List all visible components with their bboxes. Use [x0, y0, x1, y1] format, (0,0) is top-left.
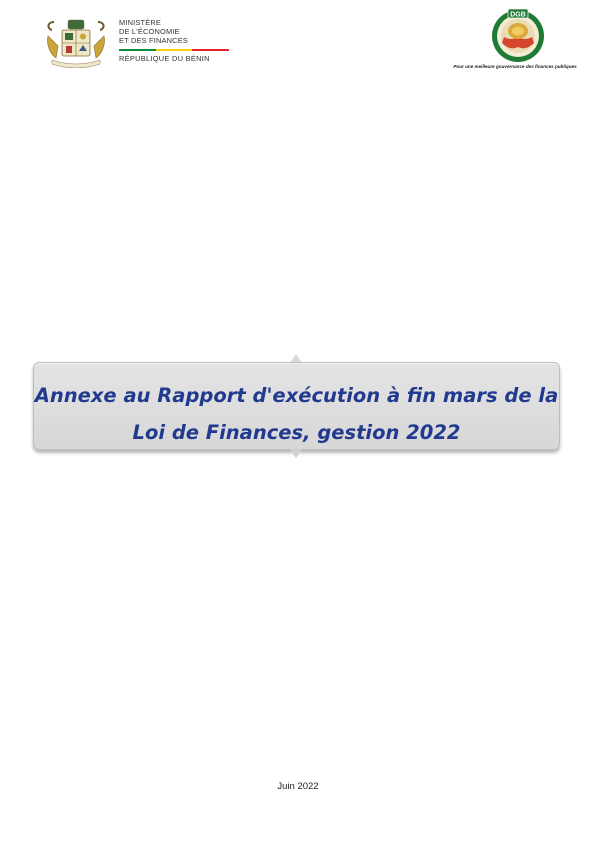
dgb-logo-icon: DGB — [492, 8, 544, 62]
flag-stripe-red — [192, 49, 230, 51]
dgb-tagline: Pour une meilleure gouvernance des finan… — [453, 64, 577, 69]
publication-date: Juin 2022 — [277, 781, 319, 792]
flag-color-bar — [119, 49, 230, 51]
document-title-line-1: Annexe au Rapport d'exécution à fin mars… — [34, 384, 559, 407]
title-banner: Annexe au Rapport d'exécution à fin mars… — [33, 362, 560, 450]
banner-notch-bottom — [290, 449, 302, 458]
republic-name: RÉPUBLIQUE DU BÉNIN — [119, 54, 210, 63]
ministry-text-block: MINISTÈRE DE L'ÉCONOMIE ET DES FINANCES … — [119, 18, 231, 63]
coat-of-arms-icon — [47, 19, 105, 68]
document-title: Annexe au Rapport d'exécution à fin mars… — [34, 377, 559, 451]
flag-stripe-yellow — [155, 49, 193, 51]
ministry-name-line-1: MINISTÈRE — [119, 18, 162, 27]
document-title-line-2: Loi de Finances, gestion 2022 — [132, 421, 461, 444]
ministry-name-line-2: DE L'ÉCONOMIE — [119, 27, 180, 36]
ministry-header: MINISTÈRE DE L'ÉCONOMIE ET DES FINANCES … — [44, 18, 234, 70]
dgb-logo-label: DGB — [510, 12, 526, 19]
ministry-name-line-3: ET DES FINANCES — [119, 36, 188, 45]
flag-stripe-green — [119, 49, 156, 51]
